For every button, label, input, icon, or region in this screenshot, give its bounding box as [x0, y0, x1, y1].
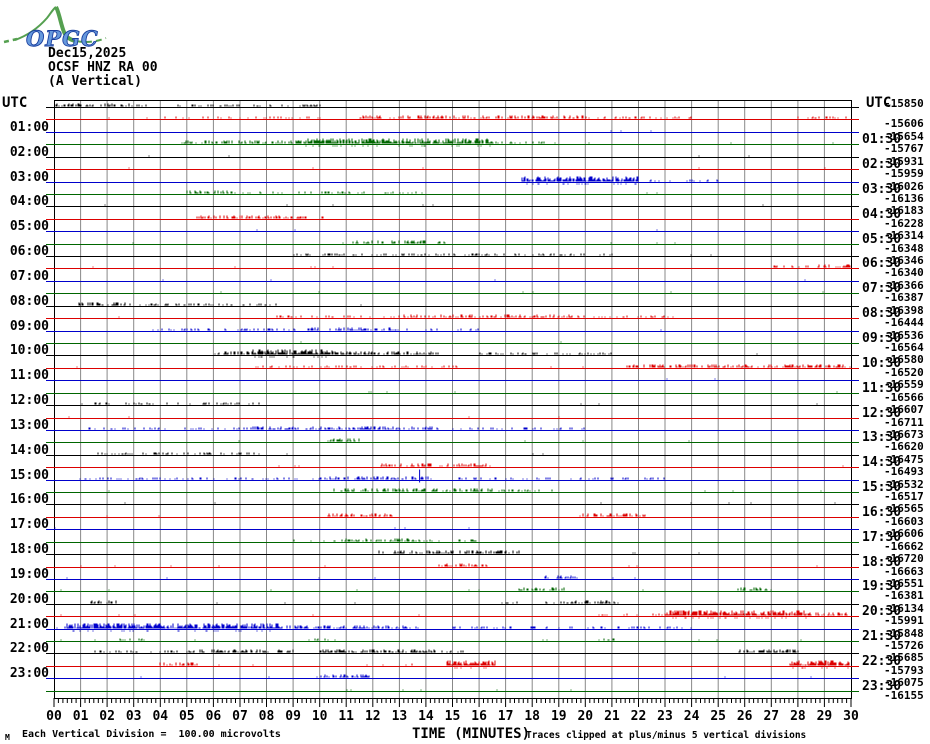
x-tick-label: 21 [599, 710, 625, 723]
trace-mean-value: -16340 [884, 267, 924, 279]
left-time-label: 09:00 [0, 320, 49, 333]
left-time-label: 18:00 [0, 543, 49, 556]
left-time-label: 19:00 [0, 568, 49, 581]
left-time-label: 14:00 [0, 444, 49, 457]
x-tick-label: 23 [652, 710, 678, 723]
x-tick-label: 24 [679, 710, 705, 723]
x-tick-label: 17 [493, 710, 519, 723]
x-tick-label: 18 [519, 710, 545, 723]
x-tick-label: 10 [307, 710, 333, 723]
x-tick-label: 05 [174, 710, 200, 723]
footer-scale-note: Each Vertical Division = 100.00 microvol… [22, 729, 281, 740]
x-tick-label: 06 [200, 710, 226, 723]
trace-mean-value: -16493 [884, 466, 924, 478]
left-time-label: 03:00 [0, 171, 49, 184]
left-time-label: 21:00 [0, 618, 49, 631]
left-time-label: 20:00 [0, 593, 49, 606]
left-time-label: 02:00 [0, 146, 49, 159]
x-tick-label: 20 [572, 710, 598, 723]
left-time-label: 07:00 [0, 270, 49, 283]
x-tick-label: 25 [705, 710, 731, 723]
x-tick-label: 08 [254, 710, 280, 723]
trace-mean-value: -16620 [884, 441, 924, 453]
x-tick-label: 30 [838, 710, 864, 723]
left-time-label: 17:00 [0, 518, 49, 531]
x-tick-label: 22 [626, 710, 652, 723]
left-time-label: 05:00 [0, 220, 49, 233]
left-time-label: 01:00 [0, 121, 49, 134]
x-tick-label: 14 [413, 710, 439, 723]
left-time-label: 11:00 [0, 369, 49, 382]
trace-mean-value: -15850 [884, 98, 924, 110]
x-tick-label: 12 [360, 710, 386, 723]
x-tick-label: 00 [41, 710, 67, 723]
trace-mean-value: -16387 [884, 292, 924, 304]
x-tick-label: 01 [68, 710, 94, 723]
trace-mean-value: -15959 [884, 168, 924, 180]
x-tick-label: 28 [785, 710, 811, 723]
left-time-label: 10:00 [0, 344, 49, 357]
x-tick-label: 11 [333, 710, 359, 723]
left-time-label: 22:00 [0, 642, 49, 655]
x-tick-label: 02 [94, 710, 120, 723]
left-time-label: 13:00 [0, 419, 49, 432]
x-tick-label: 07 [227, 710, 253, 723]
x-tick-label: 09 [280, 710, 306, 723]
trace-mean-value: -15606 [884, 118, 924, 130]
x-tick-label: 03 [121, 710, 147, 723]
x-tick-label: 26 [732, 710, 758, 723]
x-tick-label: 04 [147, 710, 173, 723]
left-time-label: 15:00 [0, 469, 49, 482]
left-time-label: 06:00 [0, 245, 49, 258]
trace-mean-value: -15767 [884, 143, 924, 155]
trace-mean-value: -16155 [884, 690, 924, 702]
left-time-label: 08:00 [0, 295, 49, 308]
footer-corner-mark: M [5, 733, 10, 742]
x-axis-title: TIME (MINUTES) [412, 726, 530, 742]
x-tick-label: 27 [758, 710, 784, 723]
x-tick-label: 19 [546, 710, 572, 723]
trace-mean-value: -16444 [884, 317, 924, 329]
footer-clip-note: Traces clipped at plus/minus 5 vertical … [526, 730, 806, 741]
helicorder-plot [0, 0, 930, 744]
left-time-label: 12:00 [0, 394, 49, 407]
trace-mean-value: -15991 [884, 615, 924, 627]
x-tick-label: 29 [811, 710, 837, 723]
left-time-label: 16:00 [0, 493, 49, 506]
helicorder-page: OPGC Dec15,2025 OCSF HNZ RA 00 (A Vertic… [0, 0, 930, 744]
left-time-label: 04:00 [0, 195, 49, 208]
x-tick-label: 15 [440, 710, 466, 723]
trace-mean-value: -16381 [884, 590, 924, 602]
x-tick-label: 13 [386, 710, 412, 723]
x-tick-label: 16 [466, 710, 492, 723]
left-time-label: 23:00 [0, 667, 49, 680]
